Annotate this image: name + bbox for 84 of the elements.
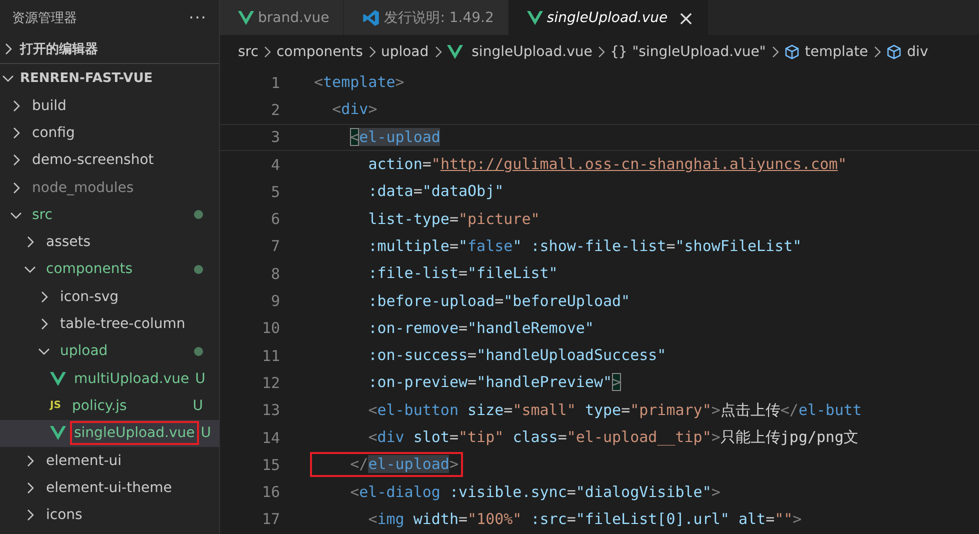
chevron-icon xyxy=(597,46,606,58)
code-line: <div> xyxy=(331,99,378,120)
folder-name[interactable]: build xyxy=(28,94,70,118)
file-name[interactable]: policy.js xyxy=(68,394,131,418)
line-number: 17 xyxy=(260,510,280,528)
editor-tab[interactable]: singleUpload.vue × xyxy=(508,0,710,35)
line-number: 8 xyxy=(270,264,280,283)
code-line: <el-dialog :visible.sync="dialogVisible"> xyxy=(349,482,722,503)
vscode-logo-icon xyxy=(362,8,380,26)
section-header[interactable]: 打开的编辑器 xyxy=(20,40,98,58)
line-number: 16 xyxy=(260,483,280,502)
modified-dot-icon xyxy=(194,346,203,356)
breadcrumb[interactable]: "singleUpload.vue" xyxy=(632,44,766,60)
vue-logo-icon xyxy=(526,10,543,24)
line-number: 9 xyxy=(270,292,280,310)
line-number: 15 xyxy=(260,456,280,474)
line-number: 12 xyxy=(260,374,280,392)
folder-name[interactable]: icons xyxy=(42,503,86,528)
code-line: :on-success="handleUploadSuccess" xyxy=(367,345,668,366)
folder-name[interactable]: components xyxy=(42,257,136,282)
modified-dot-icon xyxy=(194,210,203,220)
sidebar-title: 资源管理器 xyxy=(12,10,77,26)
editor-tab[interactable]: brand.vue xyxy=(220,0,344,35)
vue-logo-icon xyxy=(50,426,66,440)
code-line: :file-list="fileList" xyxy=(367,263,559,284)
folder-name[interactable]: upload xyxy=(56,339,112,364)
breadcrumb[interactable]: src xyxy=(238,44,258,60)
close-button[interactable]: × xyxy=(678,6,694,30)
breadcrumb[interactable]: div xyxy=(907,44,928,60)
editor-tab[interactable]: 发行说明: 1.49.2 xyxy=(344,0,509,35)
vue-logo-icon xyxy=(238,10,254,24)
git-status-label: U xyxy=(200,425,212,442)
line-number: 14 xyxy=(260,428,280,446)
line-number: 2 xyxy=(270,100,280,119)
folder-name[interactable]: element-ui xyxy=(42,448,126,472)
file-name[interactable]: multiUpload.vue xyxy=(70,366,194,391)
cube-icon xyxy=(886,44,902,60)
vue-logo-icon xyxy=(50,372,66,386)
folder-name[interactable]: node_modules xyxy=(28,176,138,200)
code-line: <el-button size="small" type="primary">点击上传</el-butt xyxy=(367,400,863,421)
line-number: 13 xyxy=(260,401,280,420)
breadcrumb[interactable]: components xyxy=(276,44,363,60)
code-line: :data="dataObj" xyxy=(367,181,505,202)
breadcrumb[interactable]: template xyxy=(804,44,868,60)
git-status-label: U xyxy=(192,398,204,414)
code-line: <div slot="tip" class="el-upload__tip">只能上传jpg/png文 xyxy=(367,427,860,448)
code-line: list-type="picture" xyxy=(367,208,541,230)
folder-name[interactable]: demo-screenshot xyxy=(28,148,158,172)
line-number: 11 xyxy=(260,346,280,365)
more-actions-button[interactable]: ··· xyxy=(188,8,207,27)
line-number: 10 xyxy=(260,319,280,338)
line-number: 7 xyxy=(270,237,280,256)
code-line: <template> xyxy=(313,72,406,94)
folder-name[interactable]: src xyxy=(28,202,56,227)
chevron-icon xyxy=(368,46,376,58)
modified-dot-icon xyxy=(194,264,203,274)
line-number: 6 xyxy=(270,210,280,228)
vue-logo-icon xyxy=(446,45,463,59)
folder-name[interactable]: config xyxy=(28,120,79,145)
breadcrumb[interactable]: upload xyxy=(380,44,429,60)
file-name[interactable]: singleUpload.vue xyxy=(70,421,199,446)
chevron-icon xyxy=(434,46,442,58)
folder-name[interactable]: table-tree-column xyxy=(56,312,190,336)
cube-icon xyxy=(784,44,800,60)
chevron-icon xyxy=(263,46,272,58)
braces-icon: {} xyxy=(610,44,628,60)
code-line: <img width="100%" :src="fileList[0].url" alt=""> xyxy=(367,508,803,530)
line-number: 4 xyxy=(270,156,280,174)
folder-name[interactable]: assets xyxy=(42,230,95,254)
git-status-label: U xyxy=(194,370,206,387)
js-file-icon: JS xyxy=(50,400,64,412)
code-line: :multiple="false" :show-file-list="showFileList" xyxy=(367,236,803,257)
breadcrumb[interactable]: singleUpload.vue xyxy=(472,44,592,60)
line-number: 5 xyxy=(270,182,280,201)
code-line: :on-remove="handleRemove" xyxy=(367,318,595,339)
code-line: :before-upload="beforeUpload" xyxy=(367,290,632,312)
code-line: action="http://gulimall.oss-cn-shanghai.aliyuncs.com" xyxy=(367,154,848,176)
line-number: 1 xyxy=(270,74,280,92)
chevron-icon xyxy=(873,46,882,58)
folder-name[interactable]: element-ui-theme xyxy=(42,476,176,500)
folder-name[interactable]: icon-svg xyxy=(56,284,123,309)
line-number: 3 xyxy=(270,128,280,146)
chevron-icon xyxy=(770,46,779,58)
section-header[interactable]: RENREN-FAST-VUE xyxy=(20,70,153,86)
